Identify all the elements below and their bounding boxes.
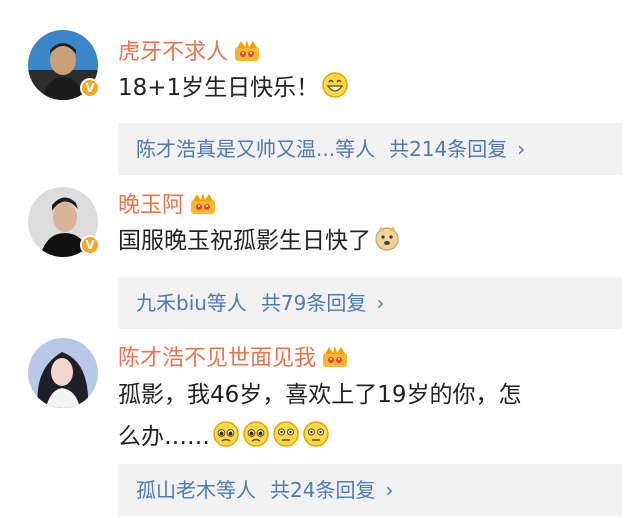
replies-link[interactable]: 陈才浩真是又帅又温...等人 共214条回复 › [118, 123, 622, 175]
pleading-emoji-icon [212, 420, 240, 461]
verified-badge-icon: V [80, 235, 100, 255]
replies-link[interactable]: 九禾biu等人 共79条回复 › [118, 277, 622, 329]
comment-text: 孤影，我46岁，喜欢上了19岁的你，怎 [118, 375, 522, 415]
avatar[interactable] [28, 338, 98, 408]
comment-text: 么办…… [118, 417, 330, 461]
replies-count: 共214条回复 [389, 137, 508, 161]
chevron-right-icon: › [517, 137, 526, 161]
username-label: 陈才浩不见世面见我 [118, 346, 317, 371]
pleading-emoji-icon [242, 420, 270, 461]
username[interactable]: 陈才浩不见世面见我 [118, 340, 348, 374]
comment-item: V 虎牙不求人 18+1岁生日快乐！ 陈才浩真是又帅又温...等人 共214条回复… [0, 0, 640, 175]
grin-emoji-icon [321, 71, 349, 112]
username[interactable]: 晚玉阿 [118, 187, 216, 221]
replies-count: 共79条回复 [260, 291, 367, 315]
crown-icon [190, 191, 216, 221]
comment-text: 国服晚玉祝孤影生日快了 [118, 221, 401, 265]
avatar[interactable]: V [28, 187, 100, 257]
flushed-emoji-icon [272, 420, 300, 461]
replies-names: 九禾biu等人 [136, 291, 247, 315]
verified-badge-icon: V [80, 78, 100, 98]
comment-item: V 晚玉阿 国服晚玉祝孤影生日快了 九禾biu等人 共79条回复 › [0, 175, 640, 335]
avatar[interactable]: V [28, 30, 100, 100]
crown-icon [322, 344, 348, 374]
comment-text-content: 国服晚玉祝孤影生日快了 [118, 228, 371, 254]
comment-text-line: 么办…… [118, 424, 210, 450]
crown-icon [234, 38, 260, 68]
username[interactable]: 虎牙不求人 [118, 34, 260, 68]
comment-text-content: 18+1岁生日快乐！ [118, 75, 320, 101]
comment-item: 陈才浩不见世面见我 孤影，我46岁，喜欢上了19岁的你，怎 么办…… 孤山老木等… [0, 335, 640, 518]
replies-names: 陈才浩真是又帅又温...等人 [136, 137, 376, 161]
username-label: 虎牙不求人 [118, 40, 229, 65]
replies-count: 共24条回复 [270, 478, 376, 502]
chevron-right-icon: › [376, 291, 385, 315]
replies-names: 孤山老木等人 [136, 478, 256, 502]
comment-text: 18+1岁生日快乐！ [118, 68, 349, 112]
replies-link[interactable]: 孤山老木等人 共24条回复 › [118, 464, 622, 516]
username-label: 晚玉阿 [118, 193, 185, 218]
chevron-right-icon: › [385, 478, 394, 502]
doge-emoji-icon [373, 224, 401, 265]
comment-text-line: 孤影，我46岁，喜欢上了19岁的你，怎 [118, 382, 522, 408]
flushed-emoji-icon [302, 420, 330, 461]
